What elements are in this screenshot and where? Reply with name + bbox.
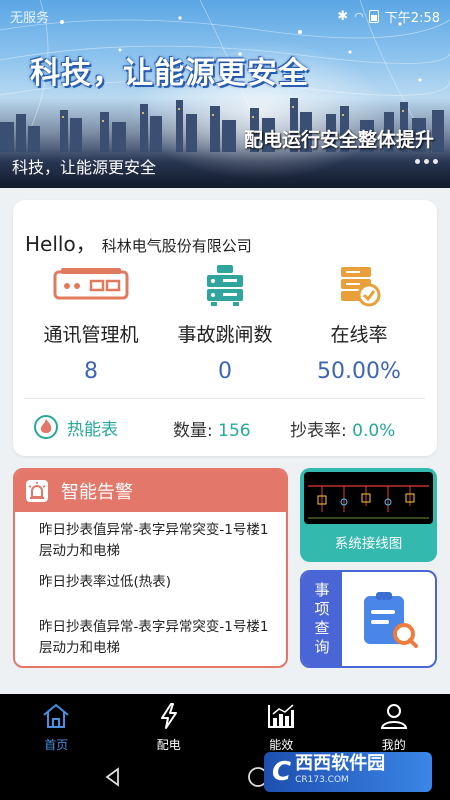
stat-label: 在线率 (330, 324, 388, 346)
heat-meter-row[interactable]: 热能表 数量: 156 抄表率: 0.0% (13, 412, 437, 442)
meter-rate-label: 抄表率: (290, 421, 347, 441)
bottom-nav: 首页 配电 能效 我的 (0, 694, 450, 754)
nav-label: 我的 (381, 738, 406, 752)
battery-icon (368, 9, 379, 23)
wifi-icon: ◠ (354, 9, 364, 23)
status-bar: 无服务 ✱ ◠ 下午2:58 (0, 0, 450, 32)
back-icon[interactable] (102, 766, 124, 788)
wiring-diagram-thumbnail (304, 472, 433, 524)
router-icon (53, 268, 129, 300)
meter-count-label: 数量: (173, 421, 213, 441)
bluetooth-icon: ✱ (337, 8, 349, 24)
bar-chart-icon (268, 704, 295, 728)
alarm-light-icon (26, 480, 48, 502)
database-check-icon (341, 267, 381, 307)
watermark-logo-letter: C (272, 757, 292, 787)
wiring-tile-label: 系统接线图 (334, 536, 403, 552)
meter-rate: 0.0% (352, 421, 396, 441)
smart-alarm-panel[interactable]: 智能告警 昨日抄表值异常-表字异常突变-1号楼1层动力和电梯 昨日抄表率过低(热… (13, 468, 288, 668)
carrier-text: 无服务 (10, 10, 50, 26)
pager-dot[interactable] (424, 159, 429, 164)
banner-pager-dots[interactable] (415, 159, 438, 164)
stat-value: 8 (84, 359, 98, 384)
meter-count: 156 (218, 421, 251, 441)
nav-home[interactable]: 首页 (0, 694, 113, 754)
meter-name: 热能表 (67, 419, 118, 440)
stat-value: 50.00% (317, 359, 401, 384)
clipboard-search-icon (364, 592, 418, 648)
stat-value: 0 (218, 359, 232, 384)
pager-dot[interactable] (433, 159, 438, 164)
watermark-url: CR173.COM (295, 775, 349, 785)
stat-comm-manager[interactable]: 通讯管理机 8 (21, 264, 161, 384)
server-icon (207, 265, 243, 306)
stat-label: 通讯管理机 (43, 324, 139, 346)
summary-card: Hello， 科林电气股份有限公司 通讯管理机 8 事故跳闸数 0 在线率 50… (13, 200, 437, 456)
pager-dot[interactable] (415, 159, 420, 164)
alarm-title: 智能告警 (61, 482, 133, 503)
alarm-item[interactable]: 昨日抄表值异常-表字异常突变-1号楼1层动力和电梯 (39, 520, 274, 562)
stat-online-rate[interactable]: 在线率 50.00% (289, 264, 429, 384)
status-time: 下午2:58 (384, 10, 440, 26)
watermark-name: 西西软件园 (295, 753, 386, 774)
stat-label: 事故跳闸数 (177, 324, 273, 346)
banner-title: 科技，让能源更安全 (30, 56, 309, 91)
nav-label: 能效 (269, 738, 294, 752)
nav-label: 配电 (156, 738, 181, 752)
home-icon (43, 703, 69, 728)
nav-distribution[interactable]: 配电 (113, 694, 226, 754)
greeting-hello: Hello， (25, 232, 96, 256)
alarm-list: 昨日抄表值异常-表字异常突变-1号楼1层动力和电梯 昨日抄表率过低(热表) 昨日… (15, 512, 286, 659)
alarm-header: 智能告警 (15, 470, 286, 512)
lightning-icon (160, 703, 177, 729)
nav-label: 首页 (44, 738, 69, 752)
flame-icon (34, 415, 58, 439)
wiring-diagram-tile[interactable]: 系统接线图 (300, 468, 437, 562)
stat-trip-count[interactable]: 事故跳闸数 0 (155, 264, 295, 384)
nav-mine[interactable]: 我的 (338, 694, 450, 754)
divider (25, 398, 425, 399)
event-query-tile[interactable]: 事项查询 (300, 570, 437, 668)
greeting: Hello， 科林电气股份有限公司 (25, 228, 252, 257)
nav-efficiency[interactable]: 能效 (225, 694, 338, 754)
banner[interactable]: 无服务 ✱ ◠ 下午2:58 科技，让能源更安全 配电运行安全整体提升 科技，让… (0, 0, 450, 188)
banner-caption: 科技，让能源更安全 (0, 148, 450, 188)
query-tile-label: 事项查询 (302, 572, 342, 666)
company-name: 科林电气股份有限公司 (101, 237, 252, 255)
user-icon (380, 704, 407, 729)
alarm-item[interactable]: 昨日抄表率过低(热表) (39, 572, 274, 593)
alarm-item[interactable]: 昨日抄表值异常-表字异常突变-1号楼1层动力和电梯 (39, 617, 274, 659)
watermark-logo: C 西西软件园 CR173.COM (264, 752, 432, 792)
